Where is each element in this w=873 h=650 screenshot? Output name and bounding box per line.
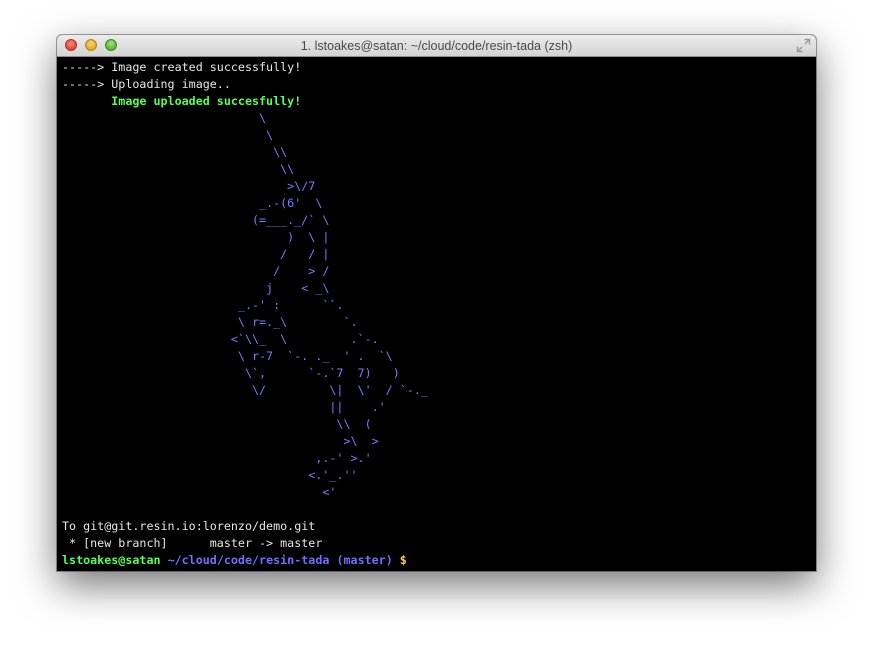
shell-prompt[interactable]: lstoakes@satan ~/cloud/code/resin-tada (… (62, 552, 816, 569)
text-cursor (414, 553, 421, 566)
git-remote-line: To git@git.resin.io:lorenzo/demo.git (62, 519, 316, 533)
prompt-symbol: $ (399, 553, 407, 567)
prompt-branch: (master) (336, 553, 393, 567)
terminal-window: 1. lstoakes@satan: ~/cloud/code/resin-ta… (57, 35, 816, 571)
output-line-image-created: -----> Image created successfully! (62, 60, 302, 74)
unicorn-ascii-art: \ \ \\ \\ >\/7 _.-(6' \ (=___._/` \) \ … (230, 111, 428, 499)
output-line-upload-success: Image uploaded succesfully! (62, 94, 302, 108)
output-line-uploading: -----> Uploading image.. (62, 77, 231, 91)
prompt-user-host: lstoakes@satan (62, 553, 161, 567)
terminal-output[interactable]: -----> Image created successfully! -----… (57, 57, 816, 571)
fullscreen-icon[interactable] (796, 38, 811, 53)
prompt-path: ~/cloud/code/resin-tada (167, 553, 330, 567)
title-bar[interactable]: 1. lstoakes@satan: ~/cloud/code/resin-ta… (57, 35, 816, 57)
git-branch-line: * [new branch] master -> master (62, 536, 323, 550)
window-title: 1. lstoakes@satan: ~/cloud/code/resin-ta… (300, 39, 573, 53)
